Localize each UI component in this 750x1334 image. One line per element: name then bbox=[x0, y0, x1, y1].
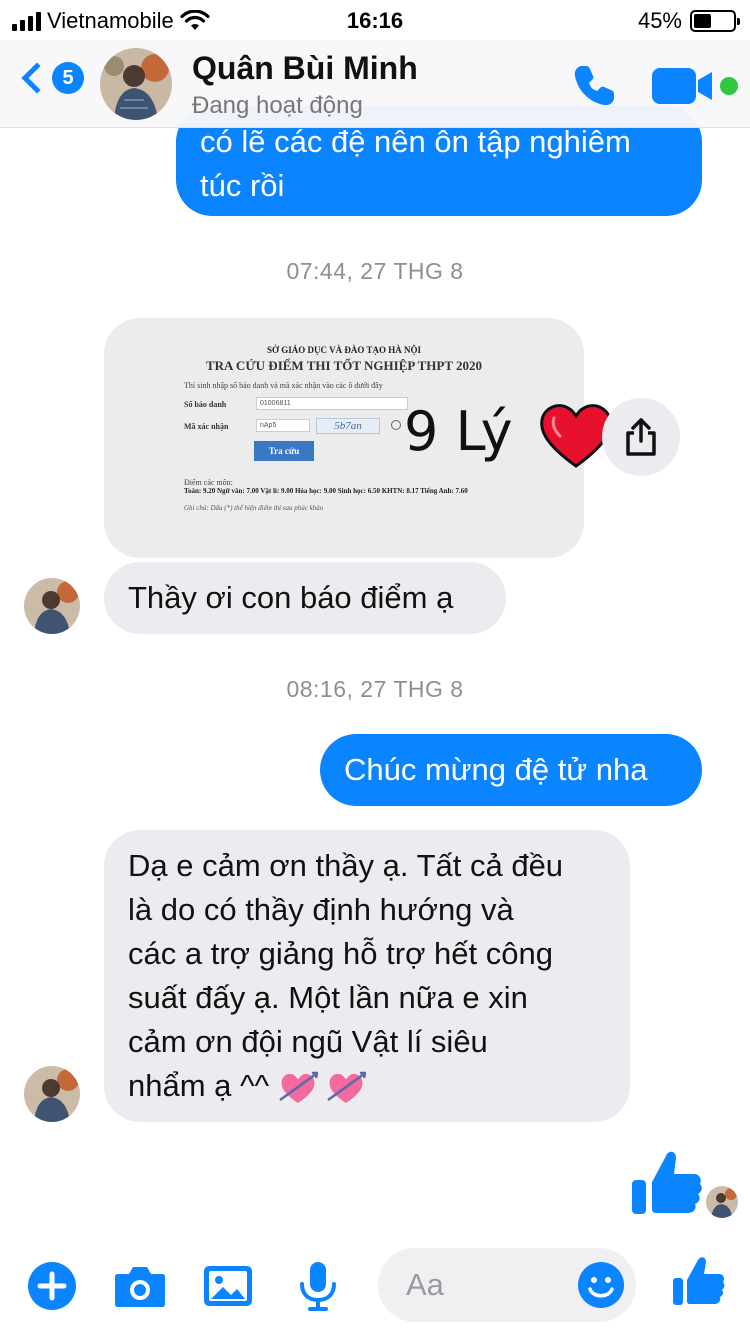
battery-percent: 45% bbox=[637, 8, 682, 33]
contact-status: Đang hoạt động bbox=[192, 92, 363, 119]
message-input[interactable] bbox=[406, 1262, 556, 1308]
seen-indicator-avatar bbox=[706, 1186, 738, 1218]
unread-count-badge: 5 bbox=[52, 62, 84, 94]
incoming-message-bubble[interactable]: Dạ e cảm ơn thầy ạ. Tất cả đều là do có … bbox=[104, 830, 630, 1122]
battery-fill bbox=[694, 14, 712, 28]
score-card-department: SỞ GIÁO DỤC VÀ ĐÀO TẠO HÀ NỘI bbox=[267, 345, 421, 355]
thumbs-up-icon[interactable] bbox=[628, 1146, 704, 1218]
score-card-instruction: Thí sinh nhập số báo danh và mã xác nhận… bbox=[184, 381, 383, 390]
student-id-label: Số báo danh bbox=[184, 400, 227, 409]
score-card-note: Ghi chú: Dấu (*) thể hiện điểm thi sau p… bbox=[184, 504, 324, 512]
message-timestamp: 08:16, 27 THG 8 bbox=[286, 676, 464, 702]
status-bar: Vietnamobile 16:16 45% bbox=[0, 0, 750, 40]
incoming-message-bubble[interactable]: Thầy ơi con báo điểm ạ bbox=[104, 562, 506, 634]
scores-label: Điểm các môn: bbox=[184, 478, 233, 487]
online-indicator bbox=[720, 77, 738, 95]
message-composer bbox=[0, 1240, 750, 1334]
captcha-field: nAp5 bbox=[256, 419, 310, 432]
message-text: Dạ e cảm ơn thầy ạ. Tất cả đều bbox=[128, 848, 564, 883]
captcha-label: Mã xác nhận bbox=[184, 422, 229, 431]
student-id-field: 01006811 bbox=[256, 397, 408, 410]
message-text: Chúc mừng đệ tử nha bbox=[344, 752, 648, 787]
message-text: suất đấy ạ. Một lần nữa e xin bbox=[128, 980, 528, 1015]
captcha-image: 5b7an bbox=[316, 418, 380, 434]
scores-row: Toán: 9.20 Ngữ văn: 7.00 Vật lí: 9.00 Hó… bbox=[184, 487, 468, 495]
smiley-icon[interactable] bbox=[576, 1260, 626, 1310]
chat-header: 5 Quân Bùi Minh Đang hoạt động bbox=[0, 40, 750, 128]
microphone-icon[interactable] bbox=[290, 1258, 346, 1314]
back-button[interactable]: 5 bbox=[18, 62, 84, 94]
video-call-button[interactable] bbox=[650, 64, 740, 108]
contact-avatar[interactable] bbox=[100, 48, 172, 120]
message-text: Thầy ơi con báo điểm ạ bbox=[128, 580, 454, 615]
share-icon bbox=[626, 418, 656, 456]
message-input-container[interactable] bbox=[378, 1248, 636, 1322]
back-chevron-icon bbox=[21, 62, 53, 94]
plus-icon[interactable] bbox=[24, 1258, 80, 1314]
message-last-line: nhẩm ạ ^^ bbox=[128, 1064, 606, 1108]
status-right: 45% bbox=[637, 8, 740, 34]
camera-icon[interactable] bbox=[112, 1258, 168, 1314]
battery-icon bbox=[690, 10, 740, 32]
refresh-icon bbox=[391, 420, 401, 430]
contact-avatar-small[interactable] bbox=[24, 578, 80, 634]
handwritten-annotation: 9 Lý bbox=[404, 400, 513, 463]
message-text: nhẩm ạ ^^ bbox=[128, 1068, 270, 1103]
heart-arrow-emoji-icon bbox=[279, 1071, 318, 1103]
message-text: là do có thầy định hướng và bbox=[128, 892, 514, 927]
thumbs-up-icon[interactable] bbox=[670, 1254, 726, 1310]
image-icon[interactable] bbox=[200, 1258, 256, 1314]
message-text: túc rồi bbox=[200, 168, 285, 203]
heart-arrow-emoji-icon bbox=[327, 1071, 367, 1103]
phone-icon[interactable] bbox=[566, 58, 622, 114]
contact-avatar-small[interactable] bbox=[24, 1066, 80, 1122]
message-timestamp: 07:44, 27 THG 8 bbox=[286, 258, 464, 284]
contact-name[interactable]: Quân Bùi Minh bbox=[192, 50, 418, 87]
message-text: các a trợ giảng hỗ trợ hết công bbox=[128, 936, 553, 971]
outgoing-message-bubble[interactable]: Chúc mừng đệ tử nha bbox=[320, 734, 702, 806]
message-text: cảm ơn đội ngũ Vật lí siêu bbox=[128, 1024, 488, 1059]
lookup-button: Tra cứu bbox=[254, 441, 314, 461]
score-card-title: TRA CỨU ĐIỂM THI TỐT NGHIỆP THPT 2020 bbox=[205, 358, 483, 373]
video-camera-icon bbox=[652, 68, 712, 104]
share-button[interactable] bbox=[602, 398, 680, 476]
